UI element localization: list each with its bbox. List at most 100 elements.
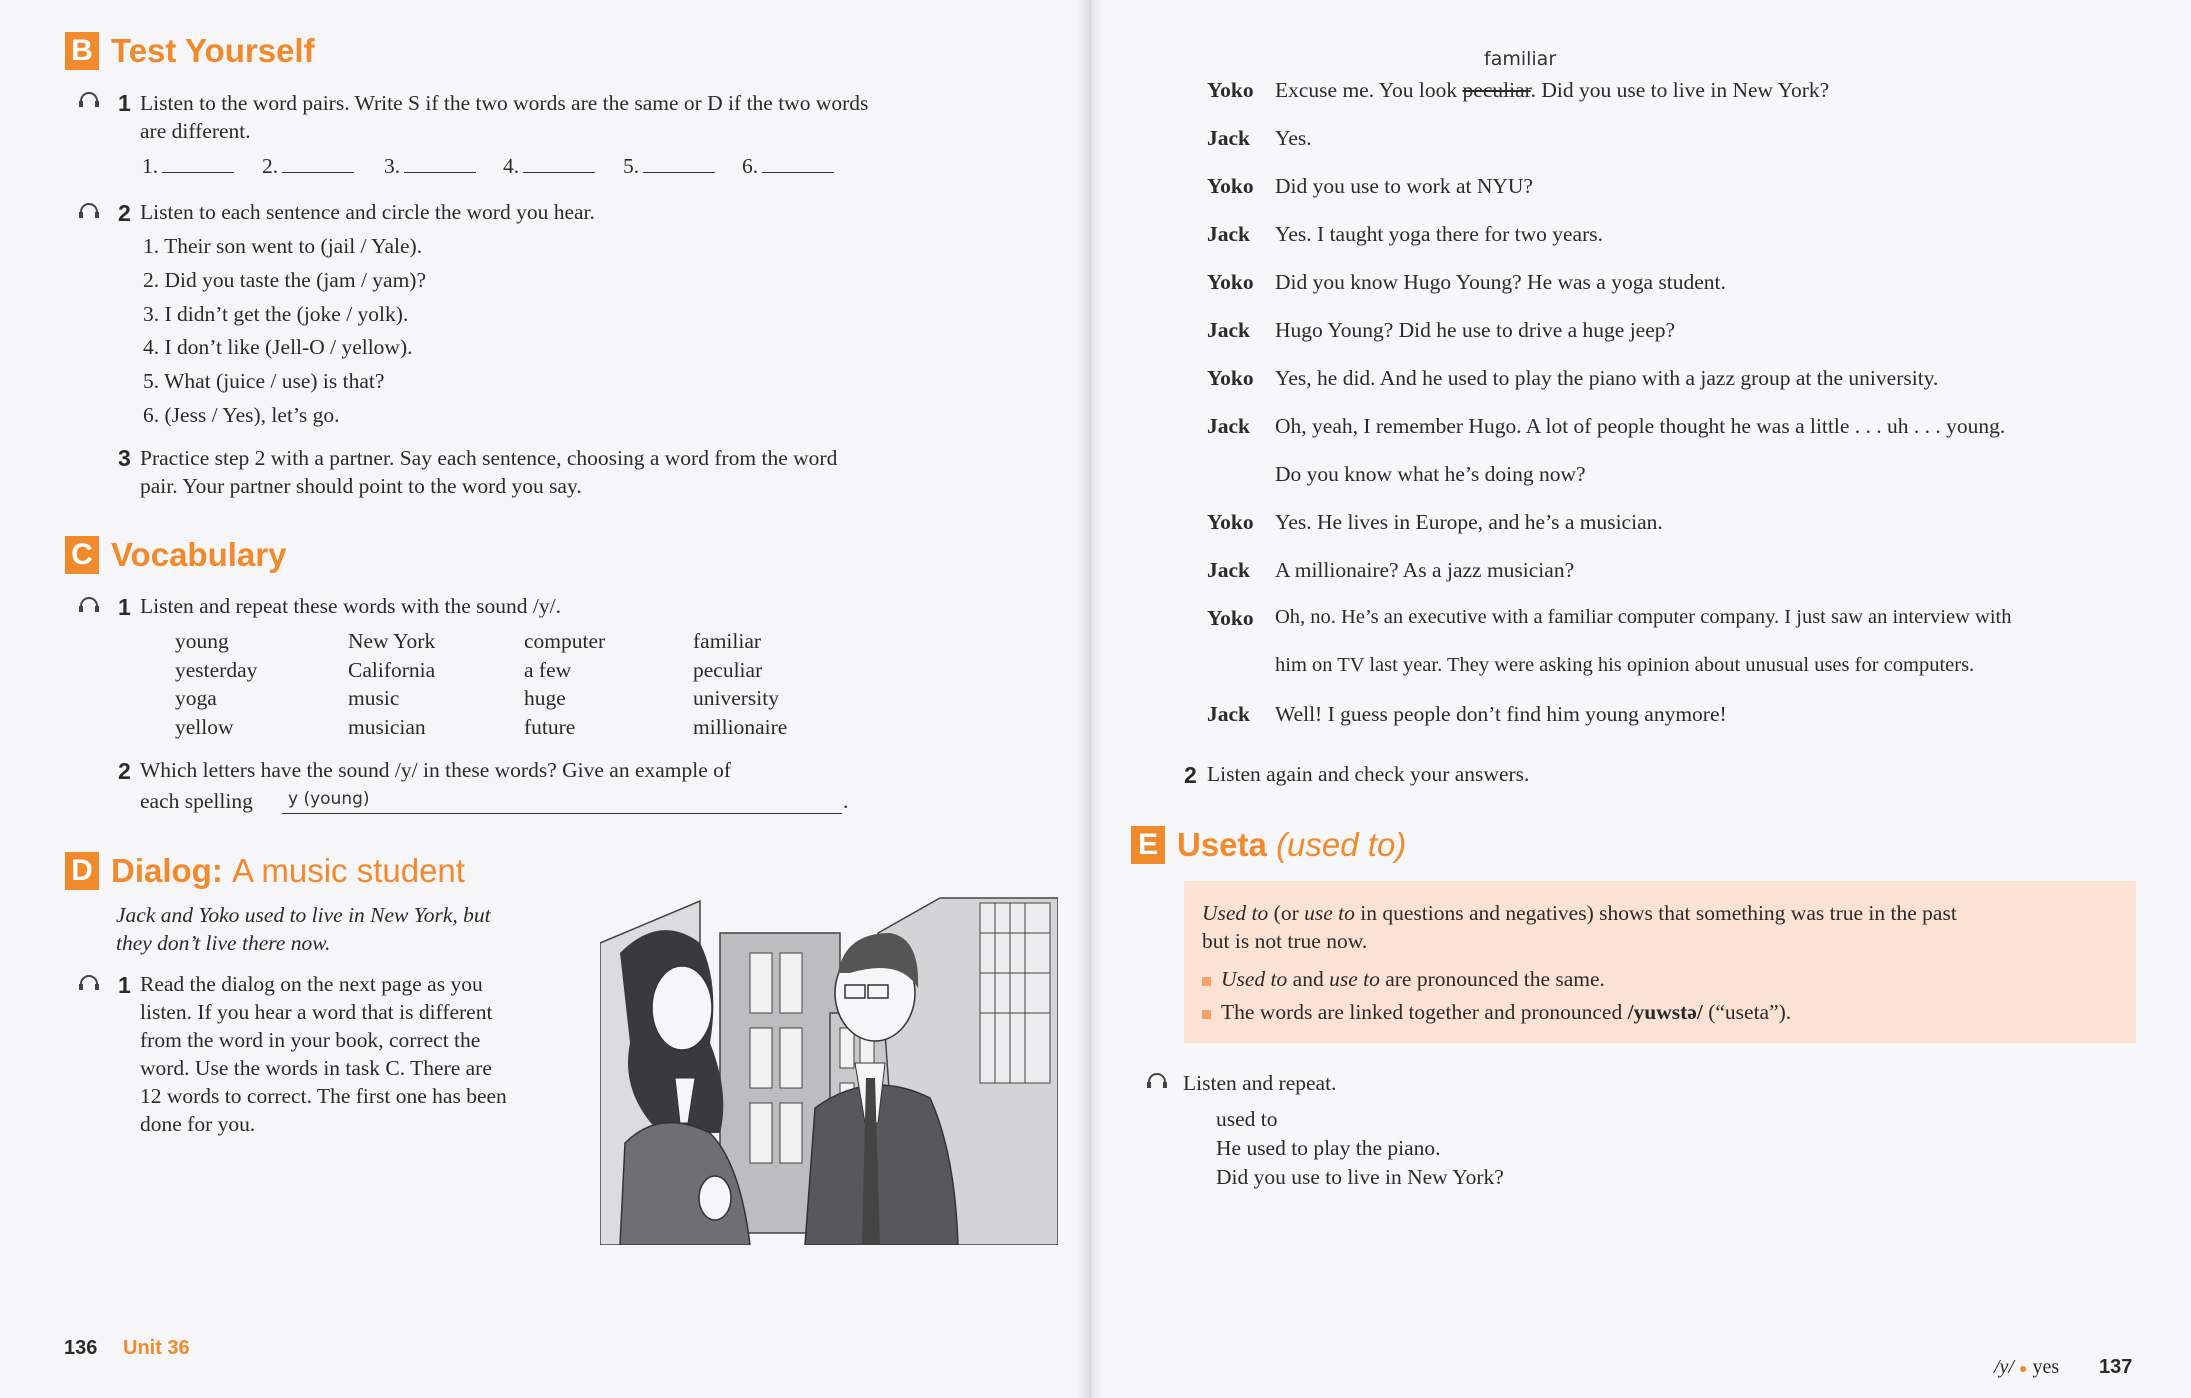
speaker-label: Yoko — [1207, 366, 1254, 390]
sentence-item[interactable]: 3. I didn’t get the (joke / yolk). — [143, 300, 408, 328]
dialog-line: Well! I guess people don’t find him youn… — [1275, 702, 1727, 726]
note-text: but is not true now. — [1202, 929, 1368, 953]
footer-sound-label: /y/ ● yes — [1994, 1356, 2060, 1378]
answer-blank[interactable]: 5. — [623, 152, 716, 180]
dialog-line: Did you use to work at NYU? — [1275, 174, 1533, 198]
instruction-text: Listen to each sentence and circle the w… — [140, 200, 595, 224]
instruction-text: are different. — [140, 119, 251, 143]
speaker-label: Jack — [1207, 414, 1250, 438]
dialog-line: A millionaire? As a jazz musician? — [1275, 558, 1575, 582]
dialog-line: Hugo Young? Did he use to drive a huge j… — [1275, 318, 1676, 342]
bullet-icon — [1202, 1009, 1211, 1019]
dialog-illustration — [599, 893, 1059, 1246]
section-c-header: C Vocabulary — [65, 536, 286, 574]
dialog-line: Oh, yeah, I remember Hugo. A lot of peop… — [1275, 414, 2006, 438]
unit-label: Unit 36 — [123, 1337, 190, 1359]
task-number: 1 — [118, 90, 131, 116]
dialog-line: him on TV last year. They were asking hi… — [1275, 654, 1975, 676]
speaker-label: Yoko — [1207, 174, 1254, 198]
speaker-label: Jack — [1207, 318, 1250, 342]
dialog-line: Do you know what he’s doing now? — [1275, 462, 1586, 486]
answer-blank[interactable]: 1. — [142, 152, 235, 180]
page-number: 136 — [64, 1337, 98, 1359]
note-text: Used to (or use to in questions and nega… — [1202, 901, 1957, 925]
section-b-letter: B — [65, 32, 99, 70]
vocab-word: New York — [348, 629, 436, 653]
speaker-label: Yoko — [1207, 606, 1254, 630]
vocab-word: a few — [524, 657, 572, 682]
speaker-label: Yoko — [1207, 510, 1254, 534]
sentence-item[interactable]: 2. Did you taste the (jam / yam)? — [143, 266, 426, 294]
task-number: 2 — [118, 758, 131, 784]
vocab-word: musician — [348, 714, 426, 739]
grammar-note-box: Used to (or use to in questions and nega… — [1184, 881, 2136, 1043]
sentence-item[interactable]: 4. I don’t like (Jell-O / yellow). — [143, 333, 413, 361]
vocab-column: young yesterday yoga yellow — [175, 627, 257, 741]
dialog-line: Yes. He lives in Europe, and he’s a musi… — [1275, 510, 1663, 534]
repeat-item: Did you use to live in New York? — [1216, 1165, 1504, 1189]
answer-blank[interactable]: 3. — [384, 152, 477, 180]
bullet-icon: ● — [2019, 1362, 2028, 1377]
instruction-text: Listen and repeat. — [1183, 1071, 1337, 1095]
dialog-intro: Jack and Yoko used to live in New York, … — [116, 903, 491, 927]
instruction-text: pair. Your partner should point to the w… — [140, 474, 582, 498]
answer-blank[interactable]: 2. — [262, 152, 355, 180]
vocab-word: young — [175, 629, 229, 653]
task-number: 3 — [118, 445, 131, 471]
dialog-line: Oh, no. He’s an executive with a familia… — [1275, 606, 2012, 628]
vocab-column: New York California music musician — [348, 627, 435, 741]
headphones-icon[interactable] — [78, 975, 100, 991]
vocab-word: future — [524, 714, 576, 739]
vocab-word: computer — [524, 629, 606, 653]
instruction-text: Read the dialog on the next page as you … — [140, 972, 507, 1136]
instruction-text: Listen to the word pairs. Write S if the… — [140, 91, 869, 115]
headphones-icon[interactable] — [78, 597, 100, 613]
vocab-word: yesterday — [175, 657, 258, 682]
section-d-letter: D — [65, 852, 99, 890]
page-number: 137 — [2099, 1356, 2133, 1378]
instruction-text: Which letters have the sound /y/ in thes… — [140, 758, 732, 782]
struck-word: peculiar — [1462, 78, 1531, 102]
headphones-icon[interactable] — [78, 203, 100, 219]
dialog-line: Yes, he did. And he used to play the pia… — [1275, 366, 1939, 390]
repeat-item: He used to play the piano. — [1216, 1136, 1441, 1160]
headphones-icon[interactable] — [1146, 1073, 1168, 1089]
sentence-item[interactable]: 6. (Jess / Yes), let’s go. — [143, 401, 340, 429]
vocab-column: computer a few huge future — [524, 627, 605, 741]
sentence-item[interactable]: 1. Their son went to (jail / Yale). — [143, 232, 422, 260]
section-b-title: Test Yourself — [111, 32, 315, 69]
section-d-header: D Dialog: A music student — [65, 852, 465, 890]
vocab-word: music — [348, 686, 400, 710]
repeat-list: used to He used to play the piano. Did y… — [1216, 1105, 1504, 1192]
task-number: 1 — [118, 972, 131, 998]
answer-blank[interactable]: 6. — [742, 152, 835, 180]
section-e-letter: E — [1131, 826, 1165, 864]
instruction-text: each spelling — [140, 789, 253, 813]
dialog-line: Yes. I taught yoga there for two years. — [1275, 222, 1604, 246]
spelling-answer-field[interactable]: y (young) — [282, 787, 842, 814]
speaker-label: Jack — [1207, 702, 1250, 726]
book-spread: B Test Yourself 1 Listen to the word pai… — [0, 0, 2191, 1398]
headphones-icon[interactable] — [78, 92, 100, 108]
vocab-column: familiar peculiar university millionaire — [693, 627, 787, 741]
dialog-line: Did you know Hugo Young? He was a yoga s… — [1275, 270, 1726, 294]
speaker-label: Jack — [1207, 558, 1250, 582]
section-e-header: E Useta (used to) — [1131, 826, 1406, 864]
speaker-label: Yoko — [1207, 78, 1254, 102]
vocab-word: familiar — [693, 629, 762, 653]
vocab-word: California — [348, 657, 436, 682]
section-e-title: Useta (used to) — [1177, 826, 1407, 863]
answer-blank[interactable]: 4. — [503, 152, 596, 180]
sentence-item[interactable]: 5. What (juice / use) is that? — [143, 367, 384, 395]
vocab-word: yellow — [175, 714, 234, 739]
bullet-item: Used to and use to are pronounced the sa… — [1202, 965, 1605, 993]
page-136: B Test Yourself 1 Listen to the word pai… — [0, 0, 1090, 1398]
instruction-text: Listen and repeat these words with the s… — [140, 594, 561, 618]
speaker-label: Jack — [1207, 222, 1250, 246]
repeat-item: used to — [1216, 1107, 1278, 1131]
task-number: 2 — [118, 200, 131, 226]
dialog-line: Excuse me. You look peculiar. Did you us… — [1275, 78, 1830, 102]
vocab-word: yoga — [175, 686, 217, 710]
bullet-item: The words are linked together and pronou… — [1202, 998, 1791, 1026]
speaker-label: Yoko — [1207, 270, 1254, 294]
